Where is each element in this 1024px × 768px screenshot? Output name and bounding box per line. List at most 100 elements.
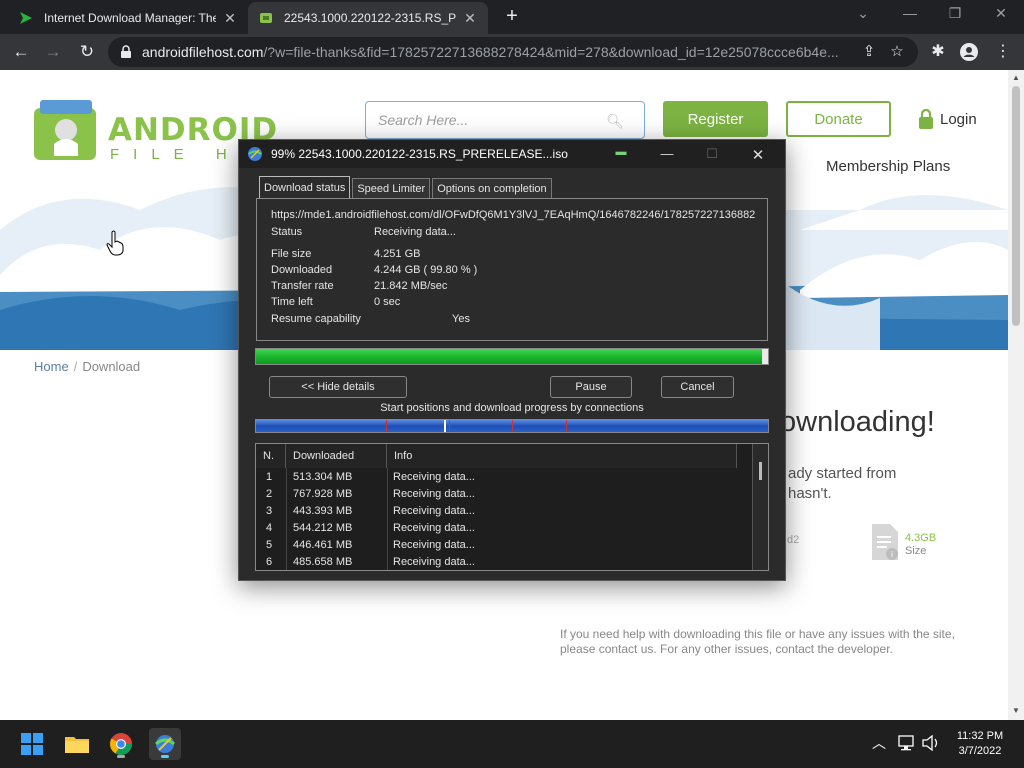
show-hidden-icons-icon[interactable]: ︿: [872, 733, 886, 753]
share-icon[interactable]: ⇪: [860, 43, 878, 61]
new-tab-icon[interactable]: +: [500, 5, 524, 28]
membership-plans-link[interactable]: Membership Plans: [826, 158, 950, 175]
lock-icon: [121, 45, 131, 58]
idm-minimize-icon[interactable]: —: [657, 146, 677, 161]
file-size-block: i 4.3GB Size: [870, 522, 980, 566]
donate-button[interactable]: Donate: [786, 101, 891, 137]
tab-speed-limiter[interactable]: Speed Limiter: [352, 178, 431, 198]
table-row[interactable]: 2 767.928 MB Receiving data...: [256, 486, 746, 503]
download-progress-fill: [256, 349, 762, 364]
running-indicator: [117, 755, 125, 758]
idm-download-dialog: 99% 22543.1000.220122-2315.RS_PRERELEASE…: [238, 139, 786, 581]
table-row[interactable]: 4 544.212 MB Receiving data...: [256, 520, 746, 537]
pause-button[interactable]: Pause: [550, 376, 632, 398]
file-size-label: Size: [905, 545, 927, 557]
transfer-rate-row: Transfer rate 21.842 MB/sec: [271, 280, 448, 292]
network-icon[interactable]: [898, 735, 916, 751]
idm-taskbar-app[interactable]: [149, 728, 181, 760]
table-row[interactable]: 6 485.658 MB Receiving data...: [256, 554, 746, 570]
clock-time: 11:32 PM: [956, 730, 1004, 742]
running-indicator: [161, 755, 169, 758]
idm-globe-icon: [248, 147, 262, 161]
browser-tab-strip: Internet Download Manager: The ✕ 22543.1…: [0, 0, 1024, 34]
idm-tray-icon[interactable]: ▬: [611, 146, 631, 158]
window-close-icon[interactable]: ✕: [986, 5, 1016, 22]
download-details-panel: https://mde1.androidfilehost.com/dl/OFwD…: [256, 198, 768, 341]
help-text: If you need help with downloading this f…: [560, 627, 955, 656]
scroll-down-icon[interactable]: ▼: [1012, 706, 1020, 715]
tab-options-on-completion[interactable]: Options on completion: [432, 178, 552, 198]
column-header-downloaded[interactable]: Downloaded: [286, 444, 387, 468]
forward-icon[interactable]: →: [42, 41, 64, 63]
url-text: androidfilehost.com/?w=file-thanks&fid=1…: [142, 44, 839, 60]
idm-favicon-icon: [20, 12, 32, 24]
column-header-n[interactable]: N.: [256, 444, 286, 468]
breadcrumb-separator: /: [73, 359, 78, 374]
windows-taskbar: ︿ 11:32 PM 3/7/2022: [0, 720, 1024, 768]
reload-icon[interactable]: ↻: [76, 41, 98, 63]
file-size-value: 4.3GB: [905, 532, 937, 544]
restore-icon[interactable]: ❐: [940, 5, 970, 22]
connection-position-marker: [444, 420, 446, 432]
browser-toolbar: ← → ↻ androidfilehost.com/?w=file-thanks…: [0, 34, 1024, 70]
connections-caption: Start positions and download progress by…: [380, 402, 644, 414]
search-icon[interactable]: 🔍︎: [606, 113, 624, 130]
mirror-label: d2: [787, 534, 800, 546]
browser-tab-title: Internet Download Manager: The: [44, 11, 216, 25]
menu-kebab-icon[interactable]: ⋮: [993, 42, 1013, 62]
hide-details-button[interactable]: << Hide details: [269, 376, 407, 398]
cancel-button[interactable]: Cancel: [661, 376, 734, 398]
status-row: Status Receiving data...: [271, 226, 456, 238]
tab-download-status[interactable]: Download status: [259, 176, 351, 198]
table-row[interactable]: 3 443.393 MB Receiving data...: [256, 503, 746, 520]
site-search-input[interactable]: Search Here... 🔍︎: [365, 101, 645, 139]
download-started-text: ady started from hasn't.: [788, 465, 897, 502]
connections-table: N. Downloaded Info 1 513.304 MB Receiving …: [255, 443, 769, 571]
idm-close-icon[interactable]: ✕: [748, 146, 768, 164]
address-bar[interactable]: androidfilehost.com/?w=file-thanks&fid=1…: [108, 37, 918, 67]
scroll-up-icon[interactable]: ▲: [1012, 73, 1020, 82]
minimize-icon[interactable]: —: [895, 5, 925, 21]
close-tab-icon[interactable]: ✕: [222, 10, 238, 27]
back-icon[interactable]: ←: [10, 41, 32, 63]
browser-tab-idm[interactable]: Internet Download Manager: The ✕: [8, 2, 248, 34]
login-link[interactable]: Login: [918, 104, 977, 134]
browser-tab-download[interactable]: 22543.1000.220122-2315.RS_PRE ✕: [248, 2, 488, 34]
breadcrumb-current: Download: [82, 359, 141, 374]
connection-start-marker: [386, 420, 387, 432]
system-clock[interactable]: 11:32 PM 3/7/2022: [948, 729, 1012, 759]
tab-search-icon[interactable]: ⌄: [848, 5, 878, 22]
close-tab-icon[interactable]: ✕: [462, 10, 478, 27]
table-scroll-thumb[interactable]: [759, 462, 762, 480]
breadcrumb-home[interactable]: Home: [34, 359, 69, 374]
table-scrollbar[interactable]: [752, 444, 768, 570]
download-progress-bar: [255, 348, 769, 365]
idm-title-text: 99% 22543.1000.220122-2315.RS_PRERELEASE…: [271, 147, 568, 161]
file-explorer-icon[interactable]: [61, 728, 93, 760]
connection-start-marker: [566, 420, 567, 432]
table-row[interactable]: 5 446.461 MB Receiving data...: [256, 537, 746, 554]
page-scroll-thumb[interactable]: [1012, 86, 1020, 326]
volume-icon[interactable]: [921, 735, 941, 751]
bookmark-star-icon[interactable]: ☆: [888, 43, 906, 61]
connection-start-marker: [512, 420, 513, 432]
page-scrollbar[interactable]: ▲ ▼: [1008, 70, 1024, 720]
table-row[interactable]: 1 513.304 MB Receiving data...: [256, 469, 746, 486]
svg-text:i: i: [891, 550, 893, 559]
idm-title-bar[interactable]: 99% 22543.1000.220122-2315.RS_PRERELEASE…: [239, 140, 785, 168]
browser-tab-title: 22543.1000.220122-2315.RS_PRE: [284, 11, 456, 25]
column-header-info[interactable]: Info: [387, 444, 737, 468]
padlock-icon: [919, 109, 933, 129]
profile-icon[interactable]: [959, 42, 979, 62]
hand-cursor-icon: [106, 230, 124, 256]
connections-progress-bar: [255, 419, 769, 433]
extensions-icon[interactable]: ✱: [928, 42, 948, 62]
afh-favicon-icon: [260, 13, 272, 23]
breadcrumb: Home / Download: [34, 359, 140, 374]
windows-start-icon[interactable]: [16, 728, 48, 760]
register-button[interactable]: Register: [663, 101, 768, 137]
search-placeholder: Search Here...: [378, 112, 469, 128]
connection-start-marker: [449, 420, 450, 432]
chrome-taskbar-app[interactable]: [105, 728, 137, 760]
file-size-row: File size 4.251 GB: [271, 248, 421, 260]
